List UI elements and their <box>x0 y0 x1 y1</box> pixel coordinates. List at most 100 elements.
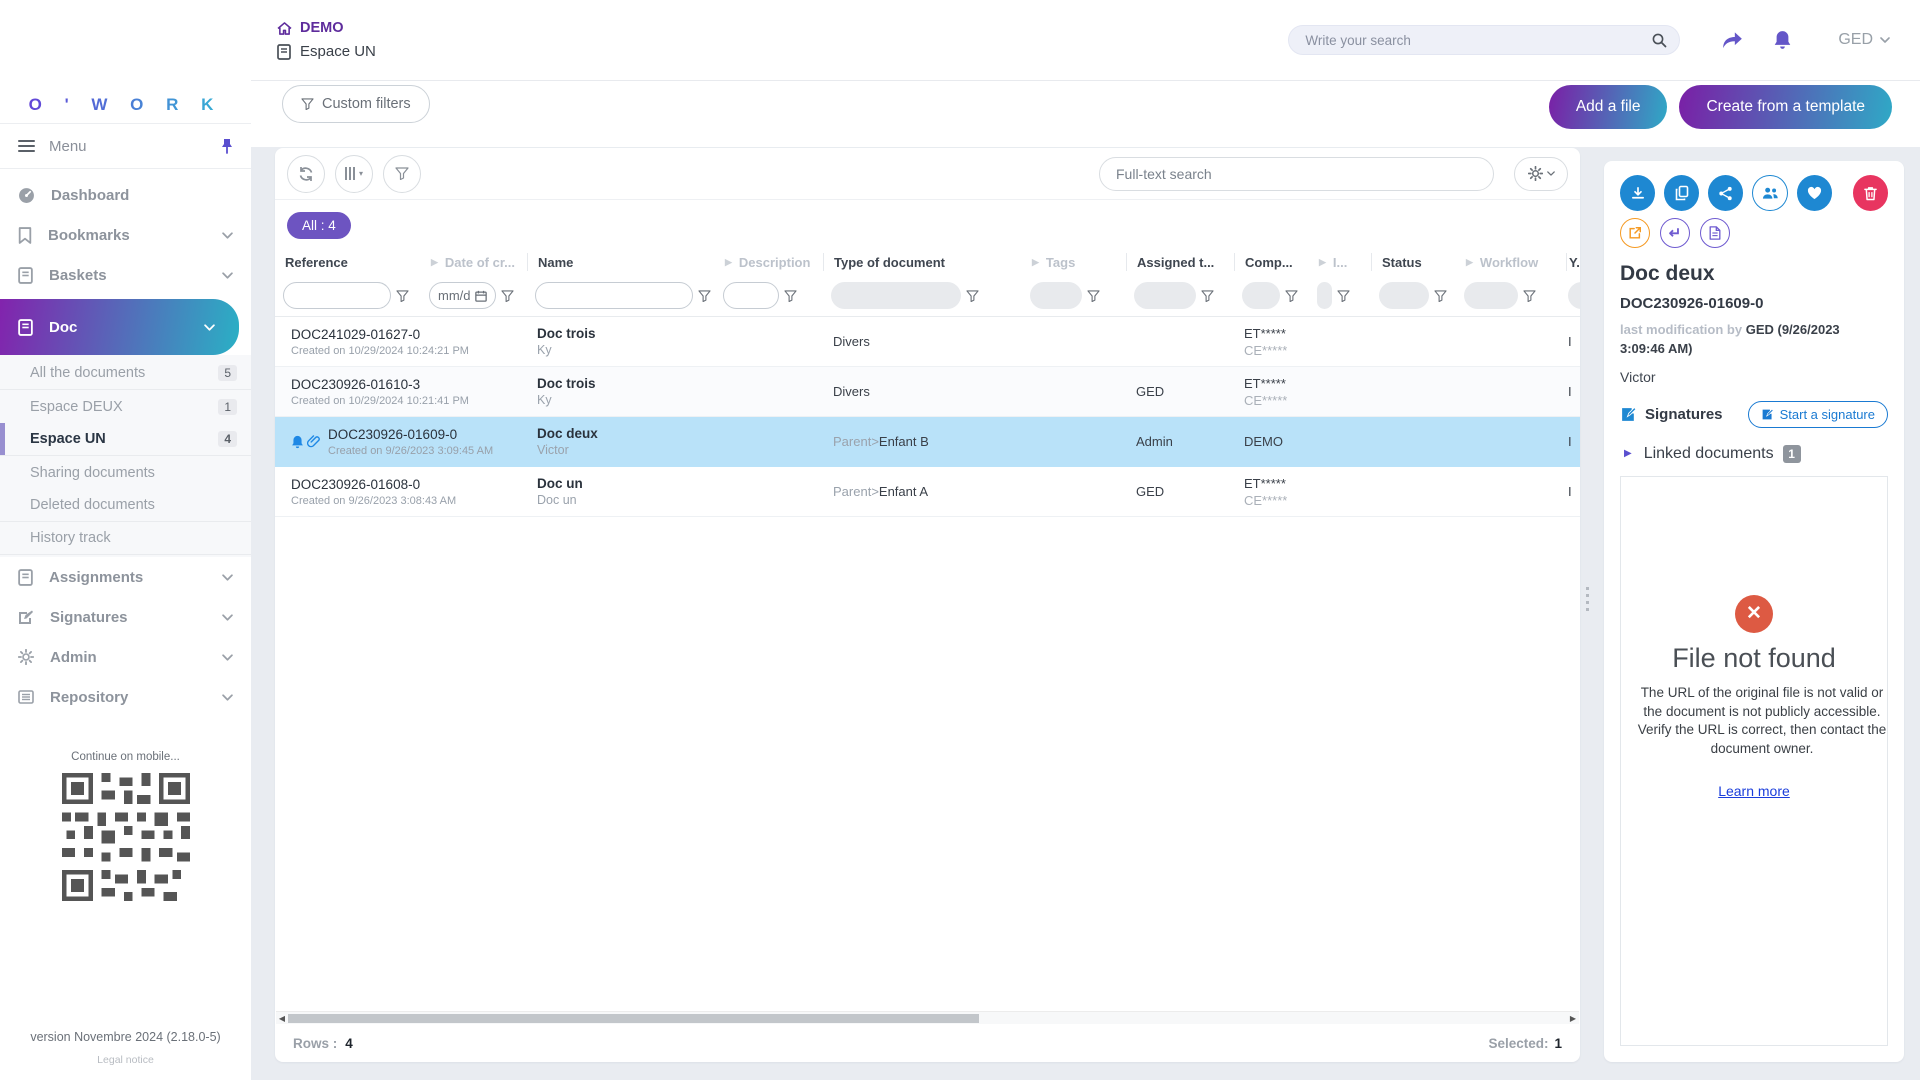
funnel-icon[interactable] <box>501 290 514 302</box>
sidebar-item-repository[interactable]: Repository <box>0 677 251 717</box>
column-header-workflow[interactable]: ▶Workflow <box>1456 255 1566 270</box>
copy-button[interactable] <box>1664 175 1699 211</box>
breadcrumb-app[interactable]: DEMO <box>277 20 376 36</box>
filter-company-select[interactable] <box>1242 282 1280 309</box>
filter-tags-select[interactable] <box>1030 282 1082 309</box>
scroll-right-arrow[interactable]: ▶ <box>1567 1012 1579 1025</box>
filter-status-select[interactable] <box>1379 282 1429 309</box>
horizontal-scrollbar[interactable]: ◀ ▶ <box>276 1011 1579 1024</box>
columns-button[interactable]: ▾ <box>335 155 373 193</box>
start-signature-button[interactable]: Start a signature <box>1748 401 1888 428</box>
column-header-type[interactable]: Type of document <box>823 253 1022 271</box>
user-menu[interactable]: GED <box>1838 31 1890 49</box>
document-properties-button[interactable] <box>1700 218 1730 248</box>
open-external-button[interactable] <box>1620 218 1650 248</box>
tab-all[interactable]: All : 4 <box>287 212 351 239</box>
filter-name-input[interactable] <box>535 282 693 309</box>
sidebar-item-doc[interactable]: Doc <box>0 299 239 355</box>
funnel-icon[interactable] <box>1285 290 1298 302</box>
sidebar-item-espace-un[interactable]: Espace UN 4 <box>0 423 251 456</box>
sidebar-item-bookmarks[interactable]: Bookmarks <box>0 215 251 255</box>
sidebar-item-baskets[interactable]: Baskets <box>0 255 251 295</box>
expand-column-icon[interactable]: ▶ <box>725 257 732 268</box>
notifications-bell-icon[interactable] <box>1773 30 1792 50</box>
filter-reference-input[interactable] <box>283 282 391 309</box>
panel-resize-handle[interactable] <box>1586 587 1589 615</box>
expand-column-icon[interactable]: ▶ <box>431 257 438 268</box>
file-icon <box>1709 226 1721 240</box>
sidebar-item-deleted-documents[interactable]: Deleted documents <box>0 489 251 522</box>
column-header-date[interactable]: ▶Date of cr... <box>421 255 527 270</box>
fulltext-search[interactable] <box>1099 157 1494 191</box>
learn-more-link[interactable]: Learn more <box>1718 783 1790 799</box>
global-search[interactable] <box>1288 25 1680 55</box>
table-settings-button[interactable] <box>1514 157 1568 191</box>
funnel-icon[interactable] <box>784 290 797 302</box>
sidebar-item-assignments[interactable]: Assignments <box>0 557 251 597</box>
sidebar-item-all-documents[interactable]: All the documents 5 <box>0 357 251 390</box>
sidebar-item-dashboard[interactable]: Dashboard <box>0 175 251 215</box>
table-row[interactable]: DOC230926-01610-3Created on 10/29/2024 1… <box>275 367 1580 417</box>
filter-workflow-select[interactable] <box>1464 282 1518 309</box>
breadcrumb-space[interactable]: Espace UN <box>277 43 376 60</box>
topbar: DEMO Espace UN GED <box>251 0 1920 147</box>
column-header-status[interactable]: Status <box>1371 253 1456 271</box>
filter-button[interactable] <box>383 155 421 193</box>
favorite-button[interactable] <box>1797 175 1832 211</box>
expand-column-icon[interactable]: ▶ <box>1032 257 1039 268</box>
users-button[interactable] <box>1752 175 1787 211</box>
sidebar-item-sharing-documents[interactable]: Sharing documents <box>0 456 251 489</box>
column-header-y[interactable]: Y... <box>1566 253 1580 271</box>
return-button[interactable]: ↵ <box>1660 218 1690 248</box>
download-button[interactable] <box>1620 175 1655 211</box>
refresh-button[interactable] <box>287 155 325 193</box>
table-row[interactable]: DOC230926-01608-0Created on 9/26/2023 3:… <box>275 467 1580 517</box>
custom-filters-button[interactable]: Custom filters <box>282 85 430 123</box>
column-header-company[interactable]: Comp... <box>1234 253 1309 271</box>
global-search-input[interactable] <box>1305 33 1651 48</box>
calendar-icon[interactable] <box>475 290 487 302</box>
column-header-i[interactable]: ▶I... <box>1309 255 1371 270</box>
column-header-reference[interactable]: Reference <box>275 255 421 270</box>
funnel-icon[interactable] <box>1434 290 1447 302</box>
column-header-name[interactable]: Name <box>527 253 715 271</box>
add-file-button[interactable]: Add a file <box>1549 85 1668 129</box>
sidebar-item-admin[interactable]: Admin <box>0 637 251 677</box>
funnel-icon[interactable] <box>1087 290 1100 302</box>
delete-button[interactable] <box>1853 175 1888 211</box>
funnel-icon[interactable] <box>1201 290 1214 302</box>
document-name: Doc trois <box>537 326 596 341</box>
legal-notice-link[interactable]: Legal notice <box>0 1054 251 1066</box>
sidebar-menu-toggle[interactable]: Menu <box>0 123 251 169</box>
sidebar-item-history-track[interactable]: History track <box>0 522 251 555</box>
funnel-icon[interactable] <box>396 290 409 302</box>
filter-assigned-select[interactable] <box>1134 282 1196 309</box>
linked-documents-toggle[interactable]: ▶ Linked documents 1 <box>1620 445 1888 463</box>
filter-description-input[interactable] <box>723 282 779 309</box>
scroll-left-arrow[interactable]: ◀ <box>276 1012 288 1025</box>
filter-y-select[interactable] <box>1568 282 1580 309</box>
sidebar-item-espace-deux[interactable]: Espace DEUX 1 <box>0 390 251 423</box>
funnel-icon[interactable] <box>1523 290 1536 302</box>
sidebar-item-signatures[interactable]: Signatures <box>0 597 251 637</box>
scrollbar-thumb[interactable] <box>288 1014 979 1023</box>
filter-date-input[interactable]: mm/d <box>429 282 496 309</box>
column-header-tags[interactable]: ▶Tags <box>1022 255 1126 270</box>
pin-icon[interactable] <box>221 138 233 154</box>
table-row-selected[interactable]: DOC230926-01609-0Created on 9/26/2023 3:… <box>275 417 1580 467</box>
column-header-description[interactable]: ▶Description <box>715 255 823 270</box>
expand-column-icon[interactable]: ▶ <box>1466 257 1473 268</box>
table-row[interactable]: DOC241029-01627-0Created on 10/29/2024 1… <box>275 317 1580 367</box>
column-header-assigned[interactable]: Assigned t... <box>1126 253 1234 271</box>
fulltext-search-input[interactable] <box>1116 166 1477 182</box>
filter-i-select[interactable] <box>1317 282 1332 309</box>
funnel-icon[interactable] <box>1337 290 1350 302</box>
funnel-icon[interactable] <box>698 290 711 302</box>
search-icon[interactable] <box>1651 32 1667 48</box>
share-button[interactable] <box>1708 175 1743 211</box>
create-template-button[interactable]: Create from a template <box>1679 85 1892 129</box>
funnel-icon[interactable] <box>966 290 979 302</box>
filter-type-select[interactable] <box>831 282 961 309</box>
share-forward-icon[interactable] <box>1722 31 1743 50</box>
expand-column-icon[interactable]: ▶ <box>1319 257 1326 268</box>
